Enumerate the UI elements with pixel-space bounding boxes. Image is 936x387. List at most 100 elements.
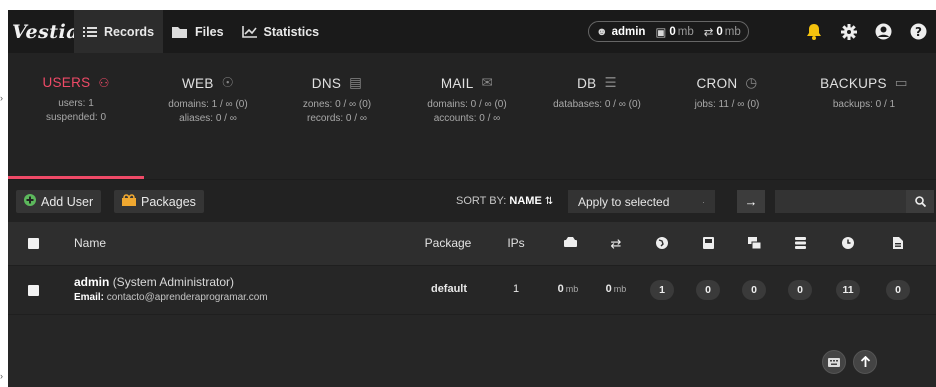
stat-users-line1: users: 1 (58, 98, 94, 109)
stat-cron[interactable]: CRON ◷ jobs: 11 / ∞ (0) (662, 53, 792, 179)
row-db-count: 0 (788, 280, 812, 300)
stat-dns-title: DNS (311, 75, 342, 91)
chevron-down-icon: · (702, 196, 705, 207)
stat-backups[interactable]: BACKUPS ▭ backups: 0 / 1 (792, 53, 936, 179)
nav-records[interactable]: Records (74, 10, 164, 53)
app-window: Vestia Records Files Statistics ☻ admin … (8, 10, 936, 387)
help-icon[interactable]: ? (901, 23, 936, 40)
search-input[interactable] (775, 190, 906, 213)
disk-icon: ▣ (655, 26, 667, 39)
stat-dns-line2: records: 0 / ∞ (307, 113, 367, 124)
arrow-up-icon (860, 356, 870, 367)
nav-files-label: Files (195, 24, 224, 39)
stat-mail-line2: accounts: 0 / ∞ (433, 113, 501, 124)
apply-button[interactable]: → (737, 190, 765, 213)
row-username[interactable]: admin (74, 275, 109, 289)
arrow-right-icon: → (744, 194, 758, 209)
add-user-button[interactable]: Add User (16, 190, 102, 213)
bulk-action-value: Apply to selected (578, 194, 670, 209)
row-dns-count: 0 (696, 280, 720, 300)
row-backups-count: 0 (886, 280, 910, 300)
nav-records-label: Records (104, 24, 155, 39)
user-status-pill[interactable]: ☻ admin ▣ 0 mb ⇄ 0 mb (588, 21, 749, 42)
row-disk-unit: mb (565, 284, 579, 294)
bandwidth-icon: ⇄ (703, 26, 714, 39)
column-header-ips[interactable]: IPs (504, 236, 528, 250)
stat-web-line2: aliases: 0 / ∞ (179, 113, 237, 124)
row-disk: 0 mb (548, 283, 588, 295)
stat-dns-line1: zones: 0 / ∞ (0) (302, 99, 372, 110)
keyboard-shortcuts-button[interactable] (822, 350, 846, 374)
search-button[interactable] (906, 190, 934, 213)
stat-mail[interactable]: MAIL ✉ domains: 0 / ∞ (0) accounts: 0 / ∞ (402, 53, 532, 179)
globe-icon: ☉ (221, 75, 235, 90)
row-bandwidth-value: 0 (605, 283, 612, 295)
row-mail-count: 0 (742, 280, 766, 300)
sort-value: NAME (509, 195, 542, 207)
folder-icon (172, 26, 188, 38)
stat-backups-title: BACKUPS (820, 75, 887, 91)
row-checkbox[interactable] (28, 285, 39, 296)
column-header-name[interactable]: Name (74, 236, 106, 250)
gear-icon[interactable] (831, 23, 866, 40)
notifications-icon[interactable] (796, 23, 831, 40)
floating-buttons (822, 350, 877, 374)
user-name: admin (611, 25, 646, 38)
bulk-action-select[interactable]: Apply to selected · (568, 190, 715, 213)
keyboard-icon (828, 357, 840, 367)
stat-users-line2: suspended: 0 (45, 112, 107, 123)
disk-unit: mb (677, 25, 694, 38)
disk-icon (560, 237, 580, 247)
stat-mail-title: MAIL (440, 75, 474, 91)
stat-web-title: WEB (181, 75, 214, 91)
bandwidth-value: 0 (716, 25, 723, 38)
stats-panel: USERS ⚇ users: 1 suspended: 0 WEB ☉ domains… (8, 53, 936, 179)
sort-icon: ⇅ (544, 196, 554, 207)
mail-count-badge: 0 (742, 280, 766, 300)
row-email-label: Email: (74, 292, 105, 303)
stat-dns[interactable]: DNS ▤ zones: 0 / ∞ (0) records: 0 / ∞ (272, 53, 402, 179)
search-icon (914, 196, 926, 207)
stat-db[interactable]: DB ☰ databases: 0 / ∞ (0) (532, 53, 662, 179)
package-icon (122, 194, 136, 209)
row-bandwidth-unit: mb (613, 284, 627, 294)
user-icon: ☻ (596, 25, 608, 38)
file-icon: ▭ (894, 75, 908, 90)
stat-users[interactable]: USERS ⚇ users: 1 suspended: 0 (8, 53, 144, 179)
stat-web[interactable]: WEB ☉ domains: 1 / ∞ (0) aliases: 0 / ∞ (144, 53, 272, 179)
mail-icon: ✉ (481, 75, 494, 90)
add-icon (24, 194, 36, 209)
clock-icon (838, 237, 858, 249)
sort-label: SORT BY: (456, 195, 507, 207)
select-all-checkbox[interactable] (28, 238, 39, 249)
column-header-package[interactable]: Package (418, 236, 478, 250)
app-logo[interactable]: Vestia (12, 21, 79, 43)
nav-statistics-label: Statistics (263, 24, 320, 39)
edge-artifact: › (0, 371, 3, 381)
disk-value: 0 (669, 25, 676, 38)
stat-mail-line1: domains: 0 / ∞ (0) (427, 99, 507, 110)
row-bandwidth: 0 mb (596, 283, 636, 295)
stat-db-line1: databases: 0 / ∞ (0) (553, 99, 641, 110)
toolbar: Add User Packages SORT BY: NAME ⇅ Apply … (8, 179, 936, 222)
table-header: Name Package IPs ⇄ (8, 222, 936, 265)
add-user-label: Add User (41, 194, 94, 209)
database-icon (790, 237, 810, 249)
sort-by-control[interactable]: SORT BY: NAME ⇅ (456, 195, 553, 207)
row-disk-value: 0 (557, 283, 564, 295)
table-row[interactable]: admin (System Administrator) Email: cont… (8, 265, 936, 315)
nav-files[interactable]: Files (163, 10, 233, 53)
db-count-badge: 0 (788, 280, 812, 300)
globe-icon (652, 237, 672, 249)
nav-statistics[interactable]: Statistics (233, 10, 329, 53)
dns-server-icon: ▤ (349, 75, 363, 90)
chart-icon (241, 25, 257, 38)
cron-count-badge: 11 (836, 280, 860, 300)
scroll-to-top-button[interactable] (853, 350, 877, 374)
dns-count-badge: 0 (696, 280, 720, 300)
account-icon[interactable] (866, 23, 901, 40)
stat-backups-line1: backups: 0 / 1 (832, 99, 896, 110)
row-cron-count: 11 (836, 280, 860, 300)
packages-button[interactable]: Packages (114, 190, 204, 213)
bandwidth-icon: ⇄ (610, 236, 622, 251)
